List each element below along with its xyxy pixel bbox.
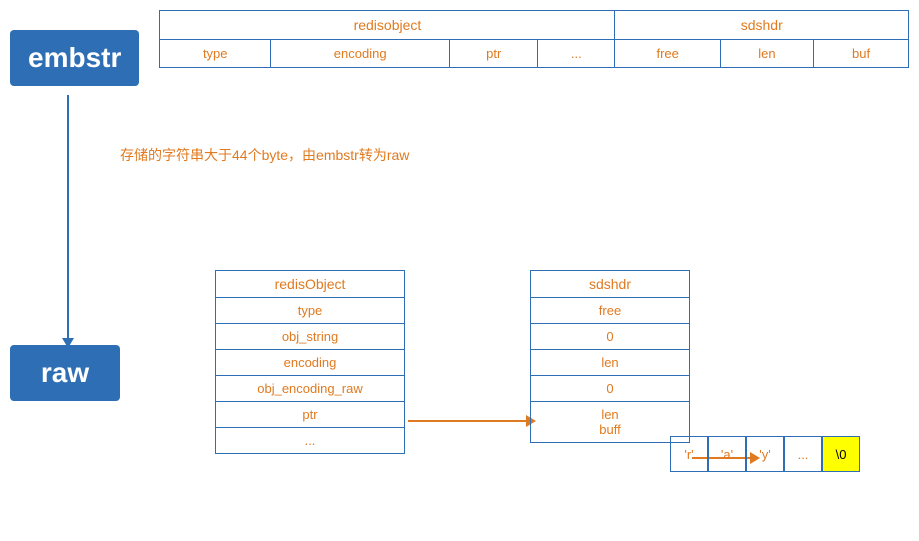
buf-cell-a: 'a' xyxy=(708,436,746,472)
redisobject-header: redisobject xyxy=(160,11,615,40)
buf-cell-r: 'r' xyxy=(670,436,708,472)
buff-label: lenbuff xyxy=(531,402,690,443)
col-type: type xyxy=(160,40,271,68)
top-table: redisobject sdshdr type encoding ptr ...… xyxy=(159,10,909,68)
col-len: len xyxy=(720,40,813,68)
embstr-box: embstr xyxy=(10,30,139,86)
raw-box: raw xyxy=(10,345,120,401)
len-value: 0 xyxy=(531,376,690,402)
top-section: embstr redisobject sdshdr type encoding … xyxy=(10,10,909,68)
obj-string-label: obj_string xyxy=(216,324,405,350)
obj-encoding-raw-label: obj_encoding_raw xyxy=(216,376,405,402)
sds-table: sdshdr free 0 len 0 lenbuff xyxy=(530,270,690,443)
redis-object-header: redisObject xyxy=(216,271,405,298)
dots-label: ... xyxy=(216,428,405,454)
col-dots: ... xyxy=(538,40,615,68)
top-table-wrapper: redisobject sdshdr type encoding ptr ...… xyxy=(159,10,909,68)
arrow-ptr-to-sds xyxy=(408,420,528,422)
ptr-label: ptr xyxy=(216,402,405,428)
col-encoding: encoding xyxy=(271,40,450,68)
col-free: free xyxy=(615,40,720,68)
len-label: len xyxy=(531,350,690,376)
col-ptr: ptr xyxy=(450,40,538,68)
buf-cell-dots: ... xyxy=(784,436,822,472)
arrow-embstr-to-raw xyxy=(67,95,69,340)
buf-array: 'r' 'a' 'y' ... \0 xyxy=(670,436,860,472)
buf-cell-y: 'y' xyxy=(746,436,784,472)
free-label: free xyxy=(531,298,690,324)
encoding-label: encoding xyxy=(216,350,405,376)
sdshdr-header: sdshdr xyxy=(615,11,909,40)
type-label: type xyxy=(216,298,405,324)
annotation-text: 存储的字符串大于44个byte，由embstr转为raw xyxy=(120,145,409,165)
sds-header: sdshdr xyxy=(531,271,690,298)
buf-cell-null: \0 xyxy=(822,436,860,472)
free-value: 0 xyxy=(531,324,690,350)
redis-object-table: redisObject type obj_string encoding obj… xyxy=(215,270,405,454)
col-buf: buf xyxy=(814,40,909,68)
